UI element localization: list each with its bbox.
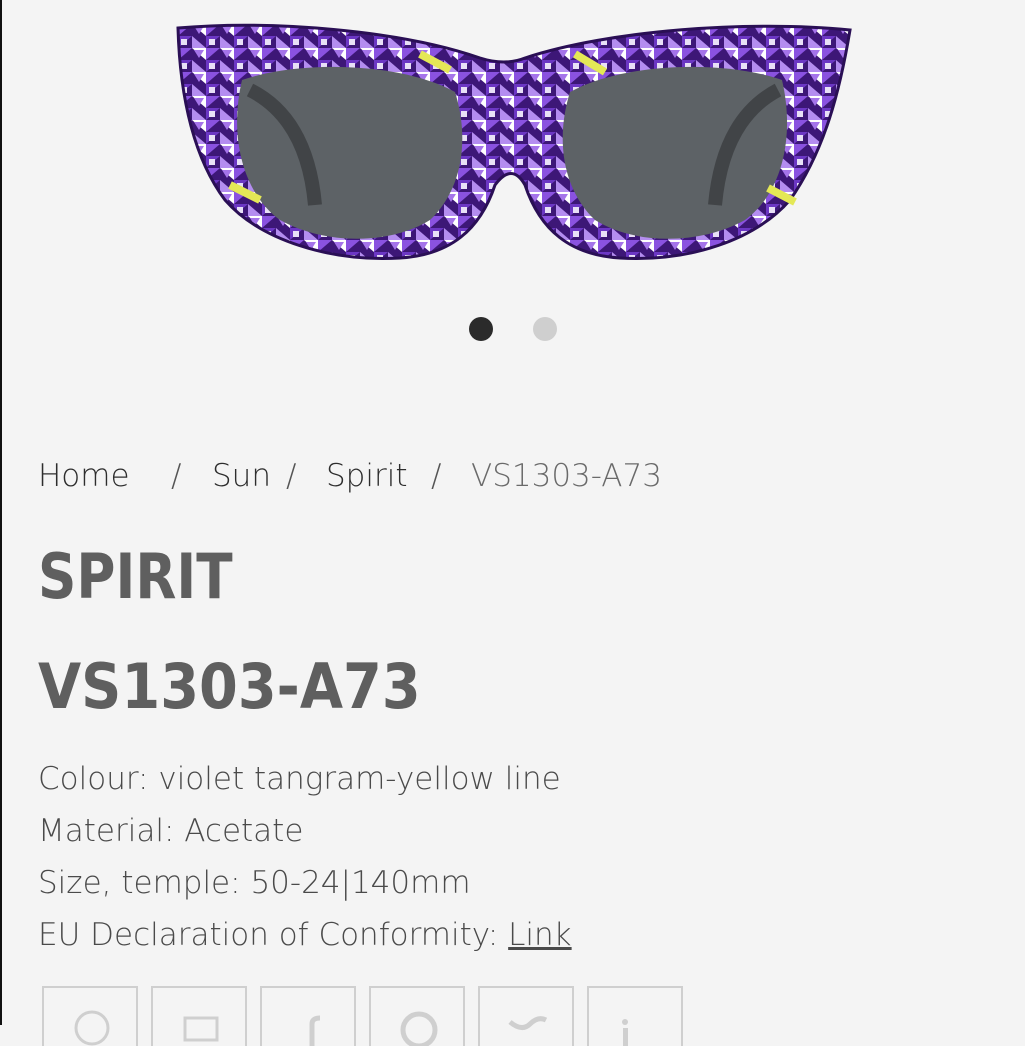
spec-conformity: EU Declaration of Conformity: Link	[38, 917, 572, 953]
carousel-dots	[0, 317, 1025, 343]
breadcrumb-current: VS1303-A73	[471, 458, 662, 494]
linkedin-icon	[622, 1019, 628, 1046]
carousel-dot-2[interactable]	[533, 317, 557, 341]
breadcrumb-sun[interactable]: Sun	[212, 458, 271, 494]
share-facebook-button[interactable]	[260, 986, 356, 1046]
whatsapp-icon	[74, 1010, 110, 1046]
share-pinterest-button[interactable]	[369, 986, 465, 1046]
breadcrumb-spirit[interactable]: Spirit	[326, 458, 407, 494]
breadcrumb-separator: /	[286, 458, 297, 494]
facebook-icon	[309, 1015, 321, 1046]
spec-colour: Colour: violet tangram-yellow line	[38, 761, 561, 797]
conformity-link[interactable]: Link	[508, 917, 571, 953]
spec-material-label: Material:	[38, 813, 175, 849]
share-twitter-button[interactable]	[478, 986, 574, 1046]
spec-colour-label: Colour:	[38, 761, 149, 797]
spec-size: Size, temple: 50-24|140mm	[38, 865, 471, 901]
pinterest-icon	[400, 1011, 438, 1046]
breadcrumb-separator: /	[431, 458, 442, 494]
spec-conformity-label: EU Declaration of Conformity:	[38, 917, 499, 953]
share-whatsapp-button[interactable]	[42, 986, 138, 1046]
spec-colour-value: violet tangram-yellow line	[158, 761, 561, 797]
spec-material: Material: Acetate	[38, 813, 303, 849]
spec-material-value: Acetate	[184, 813, 304, 849]
product-model-title: VS1303-A73	[38, 650, 421, 723]
left-edge-border	[0, 0, 2, 1025]
carousel-dot-1[interactable]	[469, 317, 493, 341]
twitter-icon	[508, 1016, 548, 1030]
right-lens	[562, 66, 788, 239]
breadcrumb-separator: /	[171, 458, 182, 494]
spec-size-value: 50-24|140mm	[250, 865, 471, 901]
sunglasses-image	[176, 23, 852, 260]
breadcrumb-home[interactable]: Home	[38, 458, 130, 494]
share-email-button[interactable]	[151, 986, 247, 1046]
spec-size-label: Size, temple:	[38, 865, 241, 901]
product-collection-title: SPIRIT	[38, 540, 233, 613]
share-linkedin-button[interactable]	[587, 986, 683, 1046]
email-icon	[183, 1016, 219, 1042]
product-image[interactable]	[150, 0, 870, 300]
